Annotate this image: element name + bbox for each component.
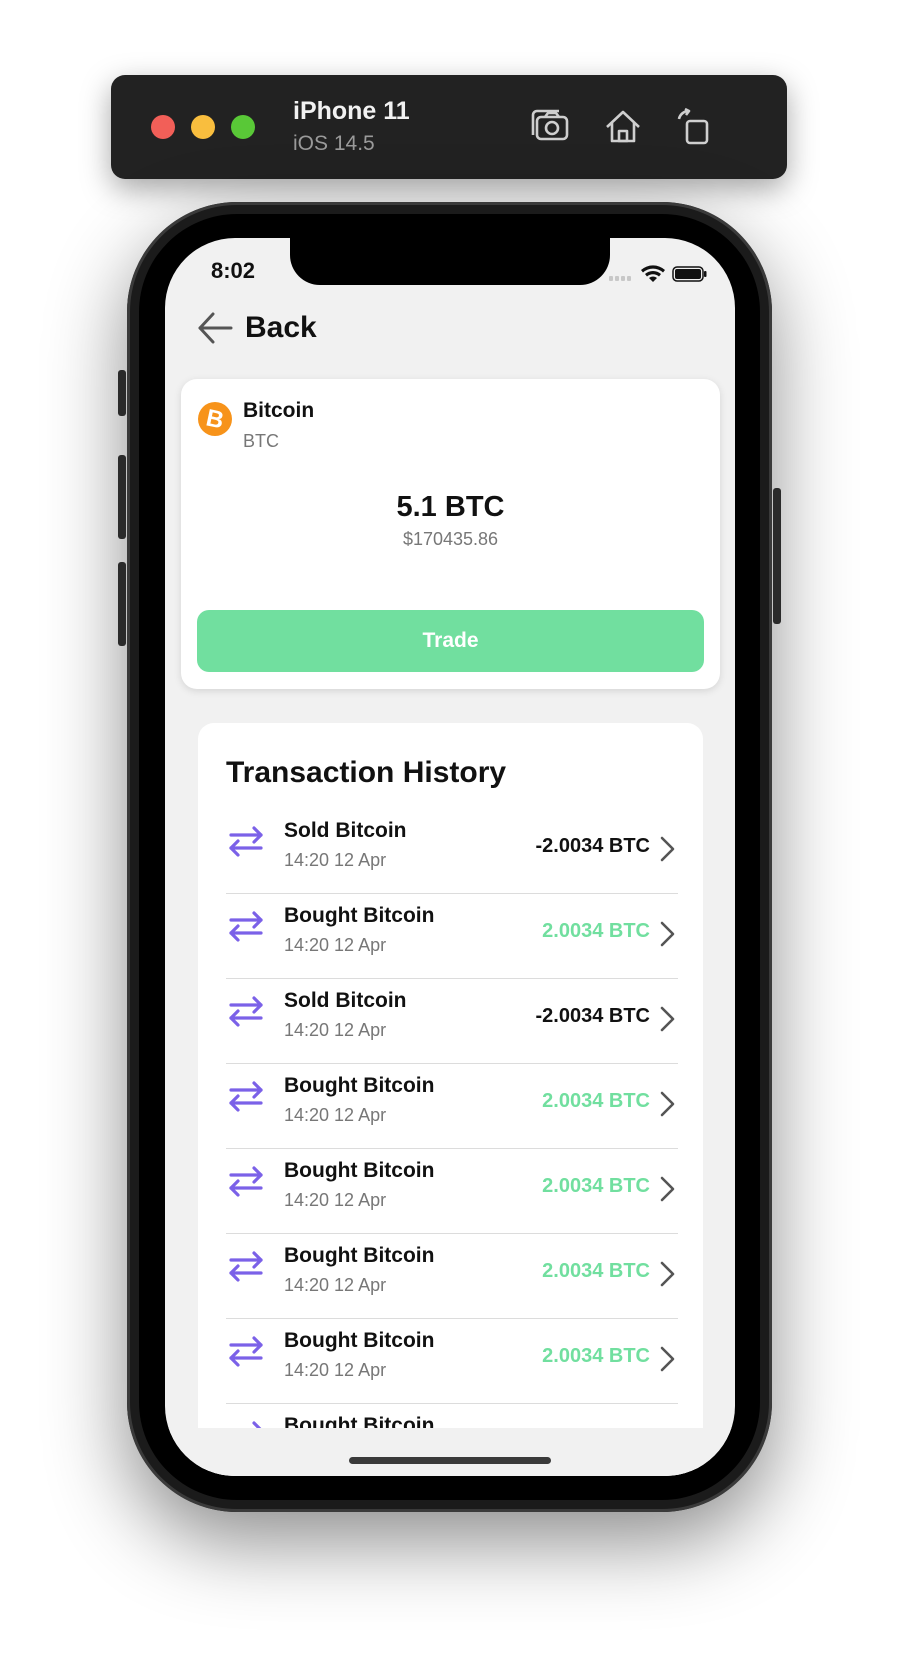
- transaction-amount: -2.0034 BTC: [535, 835, 651, 857]
- transaction-title: Bought Bitcoin: [284, 1159, 435, 1182]
- transaction-time: 14:20 12 Apr: [284, 1360, 387, 1380]
- home-indicator[interactable]: [349, 1457, 551, 1464]
- transaction-time: 14:20 12 Apr: [284, 935, 387, 955]
- transaction-amount: 2.0034 BTC: [542, 920, 650, 942]
- transaction-time: 14:20 12 Apr: [284, 1190, 387, 1210]
- transaction-amount: 2.0034 BTC: [542, 1090, 650, 1112]
- transaction-title: Sold Bitcoin: [284, 819, 407, 842]
- status-time: 8:02: [211, 258, 256, 283]
- chevron-right-icon: [656, 1003, 678, 1035]
- volume-down-button: [118, 562, 126, 646]
- transaction-amount: 2.0034 BTC: [542, 1260, 650, 1282]
- transaction-row[interactable]: Bought Bitcoin 14:20 12 Apr 2.0034 BTC: [226, 1149, 678, 1234]
- arrow-left-icon: [198, 312, 233, 344]
- transaction-amount: 2.0034 BTC: [542, 1345, 650, 1367]
- close-window-button[interactable]: [151, 115, 175, 139]
- minimize-window-button[interactable]: [191, 115, 215, 139]
- trade-button[interactable]: Trade: [197, 610, 704, 672]
- bitcoin-logo-icon: B: [197, 401, 233, 437]
- transaction-row[interactable]: Bought Bitcoin 14:20 12 Apr 2.0034 BTC: [226, 1319, 678, 1404]
- chevron-right-icon: [656, 918, 678, 950]
- battery-icon: [672, 266, 707, 282]
- transfer-icon: [226, 1161, 266, 1201]
- transaction-amount: -2.0034 BTC: [535, 1005, 651, 1027]
- transaction-time: 14:20 12 Apr: [284, 1020, 387, 1040]
- transaction-time: 14:20 12 Apr: [284, 1275, 387, 1295]
- history-title: Transaction History: [226, 756, 507, 789]
- screenshot-icon[interactable]: [529, 105, 573, 149]
- transaction-row[interactable]: Sold Bitcoin 14:20 12 Apr -2.0034 BTC: [226, 979, 678, 1064]
- transaction-row[interactable]: Bought Bitcoin 14:20 12 Apr 2.0034 BTC: [226, 894, 678, 979]
- transaction-history-card: Transaction History Sold Bitcoin 14:20 1…: [198, 723, 703, 1476]
- transfer-icon: [226, 991, 266, 1031]
- zoom-window-button[interactable]: [231, 115, 255, 139]
- transaction-row[interactable]: Bought Bitcoin 14:20 12 Apr 2.0034 BTC: [226, 1234, 678, 1319]
- os-version: iOS 14.5: [293, 132, 375, 155]
- back-label: Back: [245, 311, 317, 344]
- transaction-title: Bought Bitcoin: [284, 1329, 435, 1352]
- coin-fiat-value: $170435.86: [402, 529, 499, 549]
- device-name: iPhone 11: [293, 97, 410, 125]
- coin-name: Bitcoin: [243, 399, 315, 422]
- transaction-time: 14:20 12 Apr: [284, 1105, 387, 1125]
- coin-card: B Bitcoin BTC 5.1 BTC $170435.86 Trade: [181, 379, 720, 689]
- transaction-row[interactable]: Sold Bitcoin 14:20 12 Apr -2.0034 BTC: [226, 809, 678, 894]
- transaction-title: Sold Bitcoin: [284, 989, 407, 1012]
- simulator-toolbar: iPhone 11 iOS 14.5: [111, 75, 787, 179]
- transaction-amount: 2.0034 BTC: [542, 1175, 650, 1197]
- volume-up-button: [118, 455, 126, 539]
- chevron-right-icon: [656, 833, 678, 865]
- chevron-right-icon: [656, 1173, 678, 1205]
- status-icons: [609, 262, 709, 286]
- transaction-row[interactable]: Bought Bitcoin 14:20 12 Apr 2.0034 BTC: [226, 1064, 678, 1149]
- transfer-icon: [226, 1076, 266, 1116]
- screen-bottom-area: [165, 1428, 735, 1476]
- coin-balance: 5.1 BTC: [396, 491, 505, 523]
- transaction-time: 14:20 12 Apr: [284, 850, 387, 870]
- home-icon[interactable]: [601, 105, 645, 149]
- transaction-title: Bought Bitcoin: [284, 1074, 435, 1097]
- chevron-right-icon: [656, 1088, 678, 1120]
- coin-symbol: BTC: [243, 431, 279, 451]
- app-screen: 8:02 Back B Bitcoin BTC 5.1 BTC $170435.…: [165, 238, 735, 1476]
- back-button[interactable]: Back: [195, 308, 317, 348]
- transfer-icon: [226, 821, 266, 861]
- transaction-title: Bought Bitcoin: [284, 904, 435, 927]
- wifi-icon: [641, 265, 665, 282]
- signal-icon: [609, 276, 631, 281]
- transaction-list: Sold Bitcoin 14:20 12 Apr -2.0034 BTC Bo…: [226, 809, 678, 1476]
- transfer-icon: [226, 1246, 266, 1286]
- chevron-right-icon: [656, 1343, 678, 1375]
- mute-switch: [118, 370, 126, 416]
- power-button: [773, 488, 781, 624]
- rotate-icon[interactable]: [671, 105, 715, 149]
- transfer-icon: [226, 906, 266, 946]
- notch: [290, 238, 610, 285]
- transaction-title: Bought Bitcoin: [284, 1244, 435, 1267]
- transfer-icon: [226, 1331, 266, 1371]
- chevron-right-icon: [656, 1258, 678, 1290]
